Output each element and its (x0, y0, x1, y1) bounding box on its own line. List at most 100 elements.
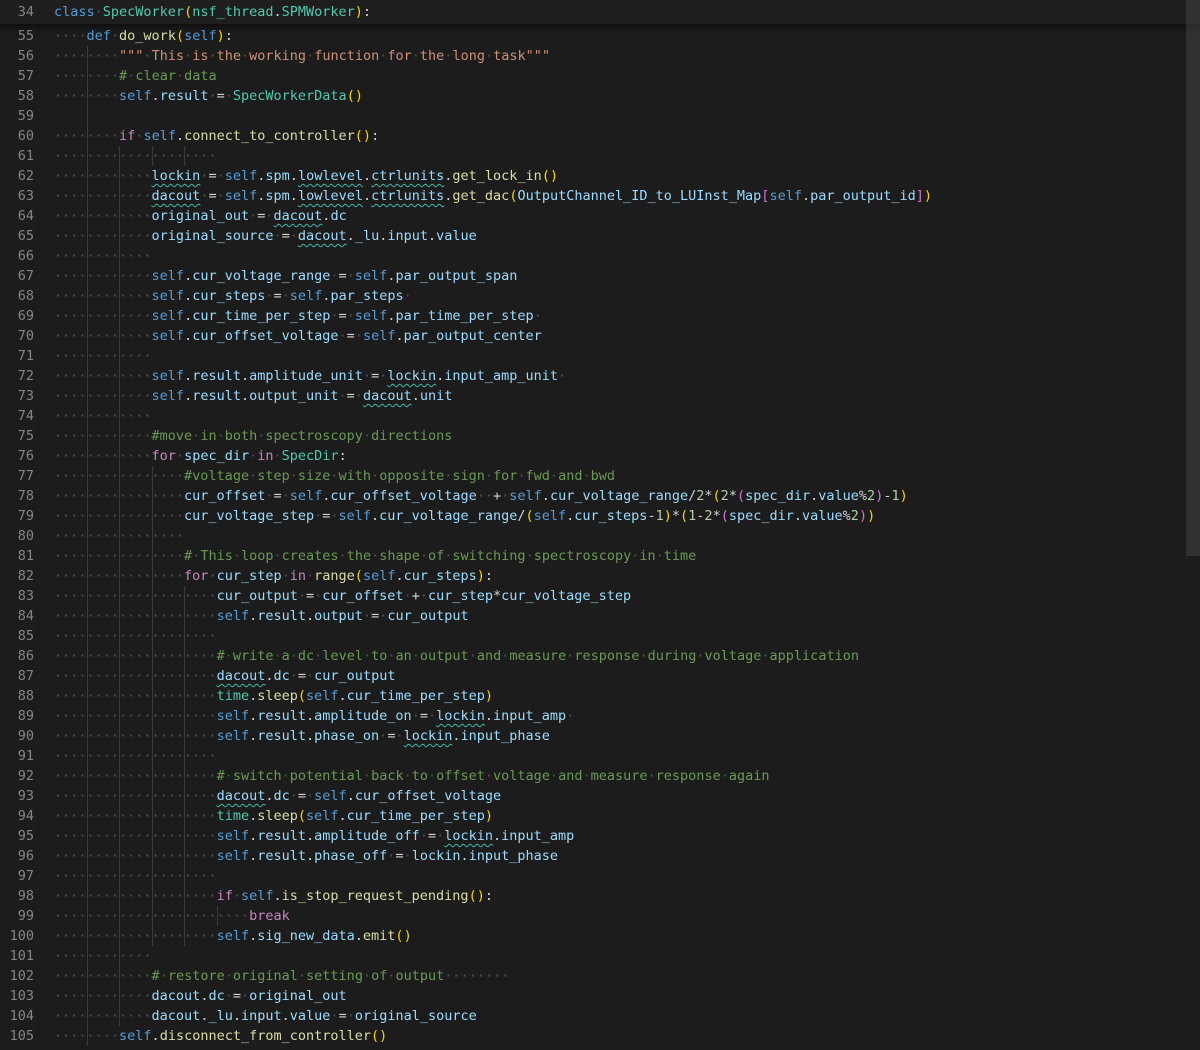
line-number[interactable]: 91 (0, 746, 34, 766)
code-line[interactable]: 55····def·do_work(self): (0, 26, 1200, 46)
vertical-scrollbar[interactable] (1186, 0, 1200, 1050)
code-line[interactable]: 62············lockin·=·self.spm.lowlevel… (0, 166, 1200, 186)
line-number[interactable]: 57 (0, 66, 34, 86)
line-number[interactable]: 34 (0, 0, 34, 24)
code-editor[interactable]: 34class·SpecWorker(nsf_thread.SPMWorker)… (0, 0, 1200, 1050)
code-line[interactable]: 104············dacout._lu.input.value·=·… (0, 1006, 1200, 1026)
line-number[interactable]: 60 (0, 126, 34, 146)
line-number[interactable]: 85 (0, 626, 34, 646)
code-line[interactable]: 93····················dacout.dc·=·self.c… (0, 786, 1200, 806)
code-line[interactable]: 79················cur_voltage_step·=·sel… (0, 506, 1200, 526)
line-number[interactable]: 87 (0, 666, 34, 686)
line-number[interactable]: 68 (0, 286, 34, 306)
line-number[interactable]: 94 (0, 806, 34, 826)
line-number[interactable]: 59 (0, 106, 34, 126)
code-line[interactable]: 57········#·clear·data (0, 66, 1200, 86)
editor-code-area[interactable]: 55····def·do_work(self):56········"""·Th… (0, 24, 1200, 1046)
code-line[interactable]: 71············ (0, 346, 1200, 366)
line-number[interactable]: 63 (0, 186, 34, 206)
line-number[interactable]: 69 (0, 306, 34, 326)
code-line[interactable]: 99························break (0, 906, 1200, 926)
code-line[interactable]: 73············self.result.output_unit·=·… (0, 386, 1200, 406)
code-line[interactable]: 89····················self.result.amplit… (0, 706, 1200, 726)
code-line[interactable]: 63············dacout·=·self.spm.lowlevel… (0, 186, 1200, 206)
code-line[interactable]: 74············ (0, 406, 1200, 426)
code-line[interactable]: 101············ (0, 946, 1200, 966)
line-number[interactable]: 81 (0, 546, 34, 566)
line-number[interactable]: 67 (0, 266, 34, 286)
line-number[interactable]: 86 (0, 646, 34, 666)
code-line[interactable]: 58········self.result·=·SpecWorkerData() (0, 86, 1200, 106)
line-number[interactable]: 62 (0, 166, 34, 186)
code-line[interactable]: 66············ (0, 246, 1200, 266)
code-line[interactable]: 77················#voltage·step·size·wit… (0, 466, 1200, 486)
code-line[interactable]: 97···················· (0, 866, 1200, 886)
code-line[interactable]: 60········if·self.connect_to_controller(… (0, 126, 1200, 146)
code-line[interactable]: 103············dacout.dc·=·original_out (0, 986, 1200, 1006)
code-line[interactable]: 91···················· (0, 746, 1200, 766)
code-line[interactable]: 95····················self.result.amplit… (0, 826, 1200, 846)
code-line[interactable]: 94····················time.sleep(self.cu… (0, 806, 1200, 826)
line-number[interactable]: 78 (0, 486, 34, 506)
line-number[interactable]: 77 (0, 466, 34, 486)
line-number[interactable]: 101 (0, 946, 34, 966)
line-number[interactable]: 103 (0, 986, 34, 1006)
line-number[interactable]: 55 (0, 26, 34, 46)
sticky-scroll-header[interactable]: 34class·SpecWorker(nsf_thread.SPMWorker)… (0, 0, 1200, 24)
code-line[interactable]: 82················for·cur_step·in·range(… (0, 566, 1200, 586)
line-number[interactable]: 56 (0, 46, 34, 66)
code-line[interactable]: 92····················#·switch·potential… (0, 766, 1200, 786)
line-number[interactable]: 83 (0, 586, 34, 606)
line-number[interactable]: 84 (0, 606, 34, 626)
line-number[interactable]: 72 (0, 366, 34, 386)
line-number[interactable]: 80 (0, 526, 34, 546)
code-line[interactable]: 88····················time.sleep(self.cu… (0, 686, 1200, 706)
line-number[interactable]: 82 (0, 566, 34, 586)
code-line[interactable]: 84····················self.result.output… (0, 606, 1200, 626)
line-number[interactable]: 93 (0, 786, 34, 806)
code-line[interactable]: 102············#·restore·original·settin… (0, 966, 1200, 986)
line-number[interactable]: 71 (0, 346, 34, 366)
code-line[interactable]: 87····················dacout.dc·=·cur_ou… (0, 666, 1200, 686)
code-line[interactable]: 59 (0, 106, 1200, 126)
code-line[interactable]: 61···················· (0, 146, 1200, 166)
code-line[interactable]: 90····················self.result.phase_… (0, 726, 1200, 746)
code-line[interactable]: 83····················cur_output·=·cur_o… (0, 586, 1200, 606)
line-number[interactable]: 88 (0, 686, 34, 706)
line-number[interactable]: 76 (0, 446, 34, 466)
line-number[interactable]: 90 (0, 726, 34, 746)
line-number[interactable]: 74 (0, 406, 34, 426)
line-number[interactable]: 65 (0, 226, 34, 246)
line-number[interactable]: 97 (0, 866, 34, 886)
code-line[interactable]: 78················cur_offset·=·self.cur_… (0, 486, 1200, 506)
scrollbar-thumb[interactable] (1186, 0, 1200, 556)
code-line[interactable]: 64············original_out·=·dacout.dc (0, 206, 1200, 226)
line-number[interactable]: 98 (0, 886, 34, 906)
line-number[interactable]: 64 (0, 206, 34, 226)
line-number[interactable]: 61 (0, 146, 34, 166)
code-line[interactable]: 75············#move·in·both·spectroscopy… (0, 426, 1200, 446)
line-number[interactable]: 73 (0, 386, 34, 406)
line-number[interactable]: 95 (0, 826, 34, 846)
line-number[interactable]: 100 (0, 926, 34, 946)
code-line[interactable]: 85···················· (0, 626, 1200, 646)
code-line[interactable]: 70············self.cur_offset_voltage·=·… (0, 326, 1200, 346)
line-number[interactable]: 102 (0, 966, 34, 986)
line-number[interactable]: 92 (0, 766, 34, 786)
line-number[interactable]: 105 (0, 1026, 34, 1046)
code-line[interactable]: 56········"""·This·is·the·working·functi… (0, 46, 1200, 66)
code-line[interactable]: 72············self.result.amplitude_unit… (0, 366, 1200, 386)
code-line[interactable]: 69············self.cur_time_per_step·=·s… (0, 306, 1200, 326)
code-line[interactable]: 96····················self.result.phase_… (0, 846, 1200, 866)
code-line[interactable]: 100····················self.sig_new_data… (0, 926, 1200, 946)
code-line[interactable]: 67············self.cur_voltage_range·=·s… (0, 266, 1200, 286)
code-line[interactable]: 98····················if·self.is_stop_re… (0, 886, 1200, 906)
code-line[interactable]: 81················#·This·loop·creates·th… (0, 546, 1200, 566)
line-number[interactable]: 79 (0, 506, 34, 526)
line-number[interactable]: 66 (0, 246, 34, 266)
code-line[interactable]: 76············for·spec_dir·in·SpecDir: (0, 446, 1200, 466)
line-number[interactable]: 70 (0, 326, 34, 346)
line-number[interactable]: 89 (0, 706, 34, 726)
code-line[interactable]: 65············original_source·=·dacout._… (0, 226, 1200, 246)
line-number[interactable]: 99 (0, 906, 34, 926)
